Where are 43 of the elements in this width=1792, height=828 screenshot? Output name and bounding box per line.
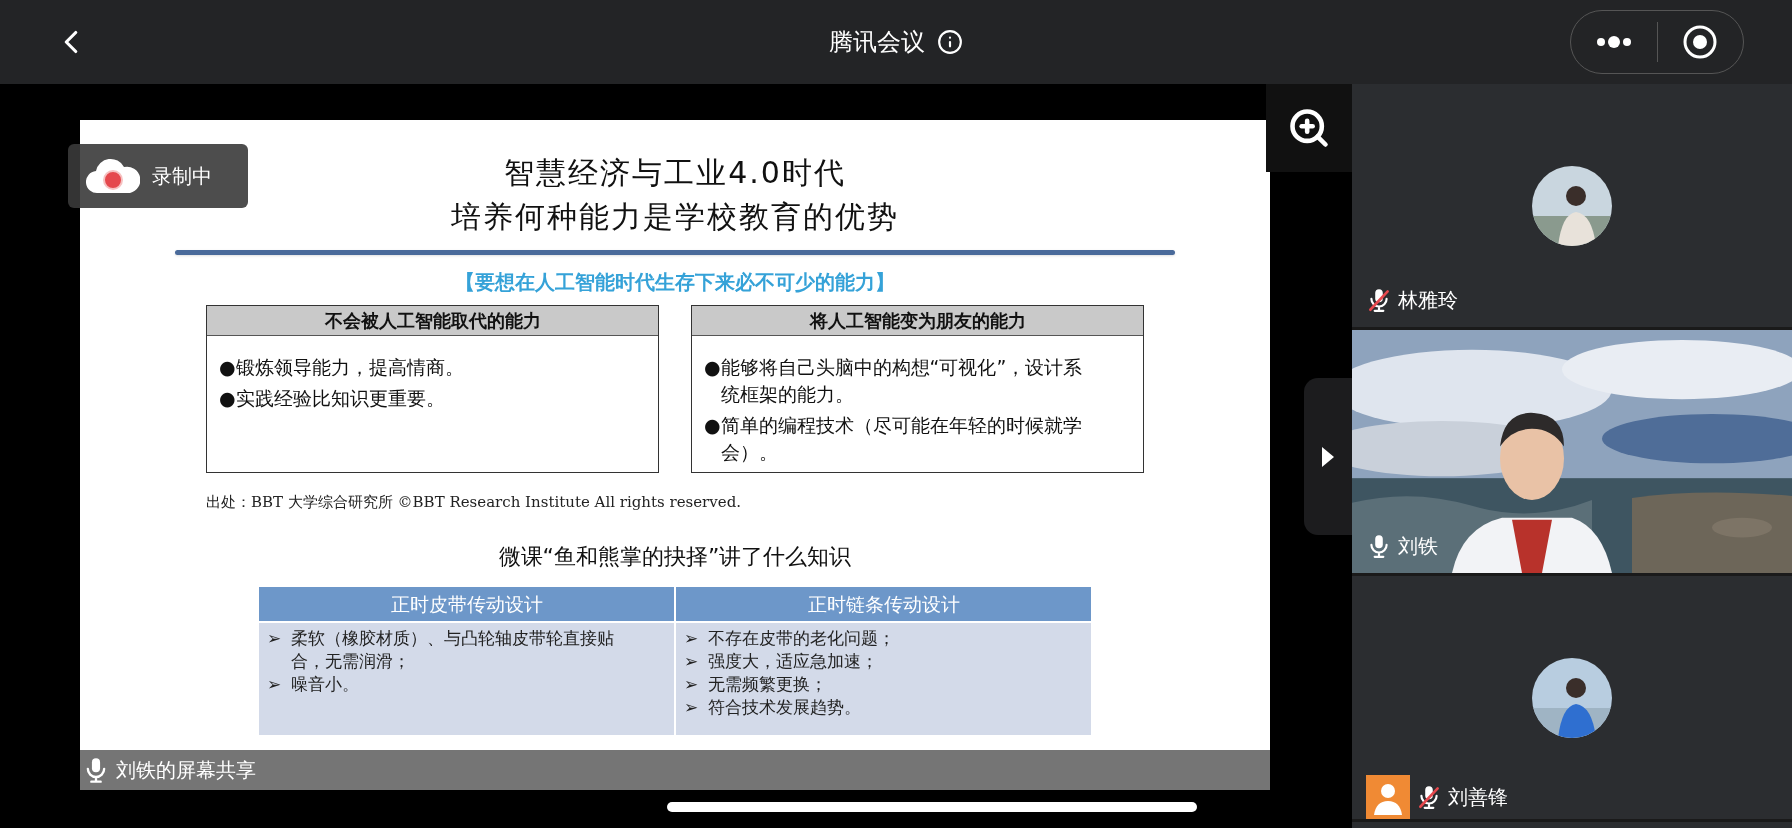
- arrow-bullet: ➢: [684, 672, 700, 696]
- bullet: ●: [219, 355, 236, 380]
- participant-name: 刘铁: [1398, 533, 1438, 560]
- box-heading: 将人工智能变为朋友的能力: [692, 306, 1143, 336]
- table-item: 不存在皮带的老化问题；: [708, 626, 896, 650]
- participant-name: 刘善锋: [1448, 784, 1508, 811]
- bullet: ●: [704, 355, 721, 380]
- arrow-bullet: ➢: [267, 626, 283, 650]
- table-item: 符合技术发展趋势。: [708, 695, 862, 719]
- arrow-bullet: ➢: [684, 695, 700, 719]
- cloud-record-icon: [86, 157, 140, 195]
- slide-subtitle: 【要想在人工智能时代生存下来必不可少的能力】: [455, 269, 895, 296]
- person-icon: [1366, 775, 1410, 819]
- zoom-button[interactable]: [1266, 84, 1352, 172]
- table-item: 无需频繁更换；: [708, 672, 828, 696]
- box-item: 实践经验比知识更重要。: [235, 386, 446, 411]
- box-heading: 不会被人工智能取代的能力: [207, 306, 658, 336]
- participant-tile[interactable]: 刘铁: [1352, 330, 1792, 576]
- share-label: 刘铁的屏幕共享: [116, 757, 256, 784]
- table-item: 强度大，适应急加速；: [708, 649, 879, 673]
- recording-label: 录制中: [152, 163, 212, 190]
- source-note: 出处：BBT 大学综合研究所 ©BBT Research Institute All rights reserved.: [206, 492, 741, 513]
- zoom-in-icon: [1287, 106, 1331, 150]
- table-header: 正时皮带传动设计: [259, 586, 674, 621]
- box-item: 能够将自己头脑中的构想“可视化”，设计系统框架的能力。: [720, 355, 1084, 407]
- slide-title: 智慧经济与工业4.0时代: [504, 154, 846, 192]
- box-item: 锻炼领导能力，提高情商。: [235, 355, 465, 380]
- table-header: 正时链条传动设计: [676, 586, 1091, 621]
- record-icon: [1683, 25, 1718, 59]
- arrow-bullet: ➢: [684, 649, 700, 673]
- slide-question: 微课“鱼和熊掌的抉择”讲了什么知识: [498, 542, 852, 571]
- info-icon[interactable]: [937, 29, 963, 55]
- arrow-bullet: ➢: [267, 672, 283, 696]
- table-item: 噪音小。: [291, 672, 360, 696]
- participant-name: 林雅玲: [1398, 287, 1458, 314]
- window-title: 腾讯会议: [829, 27, 925, 58]
- bullet: ●: [704, 413, 721, 438]
- table-item: 柔软（橡胶材质）、与凸轮轴皮带轮直接贴合，无需润滑；: [291, 626, 615, 673]
- bullet: ●: [219, 386, 236, 411]
- box-item: 简单的编程技术（尽可能在年轻的时候就学会）。: [720, 413, 1083, 465]
- play-arrow-icon: [1321, 445, 1335, 468]
- arrow-bullet: ➢: [684, 626, 700, 650]
- slide-title: 培养何种能力是学校教育的优势: [451, 198, 899, 236]
